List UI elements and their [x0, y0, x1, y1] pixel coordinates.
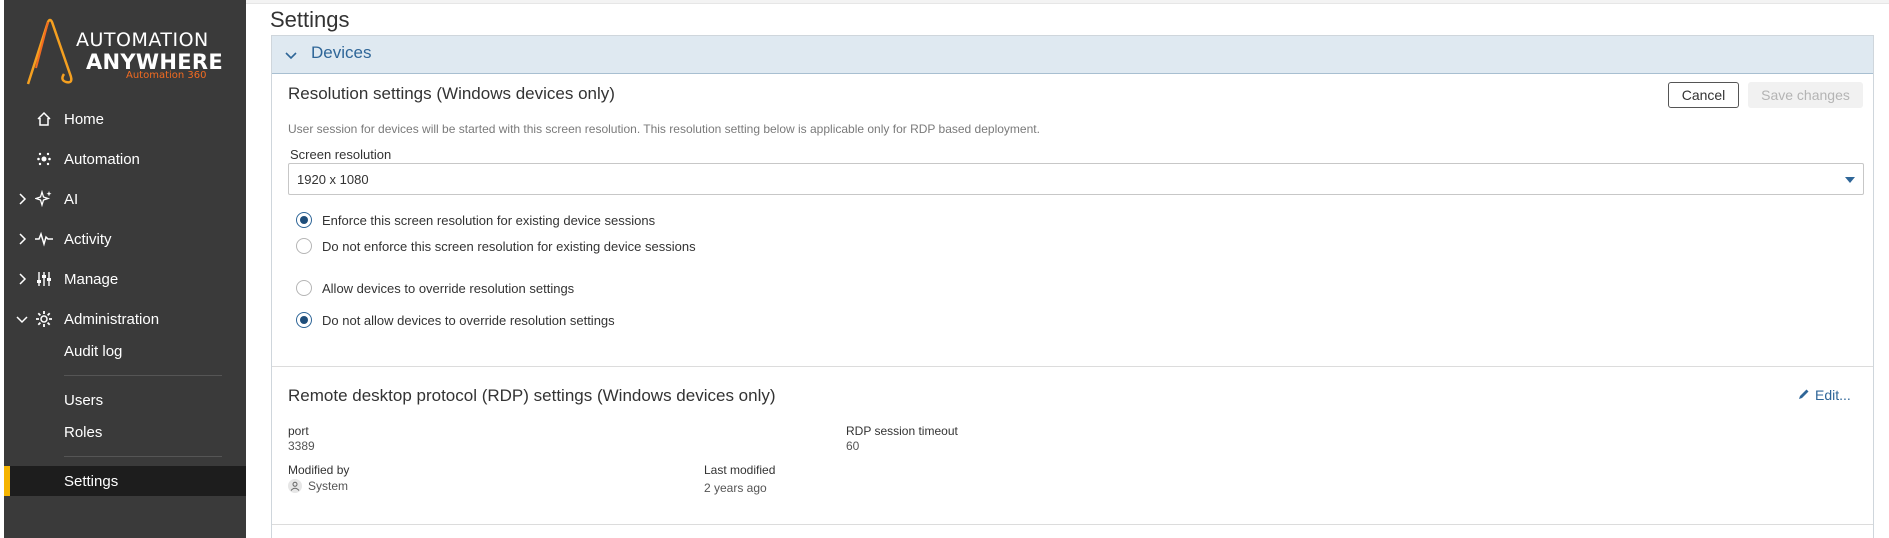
section-divider [272, 366, 1873, 367]
radio-do-not-allow-override[interactable]: Do not allow devices to override resolut… [296, 310, 615, 330]
system-user-icon [288, 479, 302, 493]
port-value: 3389 [288, 439, 315, 453]
sidebar-subitem-roles[interactable]: Roles [4, 417, 246, 447]
app-window: AUTOMATION ANYWHERE Automation 360 Home … [0, 0, 1889, 538]
resolution-description: User session for devices will be started… [288, 122, 1040, 136]
page-title: Settings [270, 7, 350, 32]
chevron-right-icon [16, 233, 28, 245]
sidebar-subitem-label: Users [64, 391, 104, 409]
cancel-button[interactable]: Cancel [1668, 82, 1739, 108]
sidebar-subitem-label: Audit log [64, 342, 123, 360]
sidebar-item-administration[interactable]: Administration [4, 301, 246, 337]
modified-by-text: System [308, 479, 349, 493]
sidebar-item-automation[interactable]: Automation [4, 141, 246, 177]
rdp-settings-title: Remote desktop protocol (RDP) settings (… [288, 386, 776, 405]
chevron-down-icon [16, 313, 28, 325]
sidebar: AUTOMATION ANYWHERE Automation 360 Home … [0, 0, 246, 538]
sidebar-item-ai[interactable]: AI [4, 181, 246, 217]
section-divider [272, 524, 1873, 525]
radio-allow-override[interactable]: Allow devices to override resolution set… [296, 278, 574, 298]
last-modified-label: Last modified [704, 463, 776, 477]
logo-subtitle: Automation 360 [126, 70, 207, 81]
home-icon [34, 109, 54, 129]
radio-do-not-enforce-resolution[interactable]: Do not enforce this screen resolution fo… [296, 236, 696, 256]
logo-text-line1: AUTOMATION [76, 29, 209, 51]
sidebar-item-label: Activity [64, 230, 112, 248]
sidebar-subitem-users[interactable]: Users [4, 385, 246, 415]
sidebar-divider [64, 456, 222, 457]
sidebar-item-label: Automation [64, 150, 140, 168]
radio-label: Do not allow devices to override resolut… [322, 312, 615, 328]
edit-label: Edit... [1815, 387, 1851, 403]
radio-enforce-resolution[interactable]: Enforce this screen resolution for exist… [296, 210, 655, 230]
screen-resolution-select[interactable]: 1920 x 1080 [288, 163, 1864, 195]
radio-button-checked[interactable] [296, 212, 312, 228]
automation-icon [34, 149, 54, 169]
resolution-settings-title: Resolution settings (Windows devices onl… [288, 84, 615, 103]
radio-button[interactable] [296, 238, 312, 254]
screen-resolution-value: 1920 x 1080 [297, 172, 369, 187]
main-content: Settings Devices Resolution settings (Wi… [246, 0, 1889, 538]
sidebar-item-activity[interactable]: Activity [4, 221, 246, 257]
radio-label: Allow devices to override resolution set… [322, 280, 575, 296]
activity-icon [34, 229, 54, 249]
sidebar-subitem-label: Roles [64, 423, 103, 441]
screen-resolution-label: Screen resolution [290, 147, 392, 162]
sidebar-subitem-label: Settings [64, 472, 119, 490]
automation-anywhere-logo[interactable]: AUTOMATION ANYWHERE Automation 360 [26, 18, 226, 88]
sidebar-subitem-settings[interactable]: Settings [4, 466, 246, 496]
top-border [246, 0, 1889, 4]
save-changes-button[interactable]: Save changes [1748, 82, 1863, 108]
sidebar-item-label: Manage [64, 270, 119, 288]
sidebar-item-home[interactable]: Home [4, 101, 246, 137]
chevron-right-icon [16, 273, 28, 285]
devices-card: Devices Resolution settings (Windows dev… [271, 35, 1874, 538]
chevron-right-icon [16, 193, 28, 205]
radio-label: Do not enforce this screen resolution fo… [322, 238, 696, 254]
modified-by-value: System [288, 479, 348, 493]
sidebar-item-label: Home [64, 110, 105, 128]
radio-label: Enforce this screen resolution for exist… [322, 212, 656, 228]
devices-section-header[interactable]: Devices [272, 36, 1873, 74]
port-label: port [288, 424, 309, 438]
sidebar-item-label: AI [64, 190, 79, 208]
sidebar-divider [64, 375, 222, 376]
last-modified-value: 2 years ago [704, 481, 767, 495]
sidebar-item-label: Administration [64, 310, 160, 328]
manage-sliders-icon [34, 269, 54, 289]
modified-by-label: Modified by [288, 463, 350, 477]
section-title: Devices [311, 43, 372, 62]
rdp-timeout-label: RDP session timeout [846, 424, 958, 438]
sidebar-item-manage[interactable]: Manage [4, 261, 246, 297]
edit-rdp-link[interactable]: Edit... [1798, 387, 1851, 403]
ai-sparkle-icon [34, 189, 54, 209]
chevron-down-icon [285, 48, 297, 66]
gear-icon [34, 309, 54, 329]
rdp-timeout-value: 60 [846, 439, 860, 453]
radio-button[interactable] [296, 280, 312, 296]
radio-button-checked[interactable] [296, 312, 312, 328]
pencil-icon [1798, 387, 1810, 403]
dropdown-caret-icon [1845, 177, 1855, 183]
sidebar-subitem-audit-log[interactable]: Audit log [4, 336, 246, 366]
